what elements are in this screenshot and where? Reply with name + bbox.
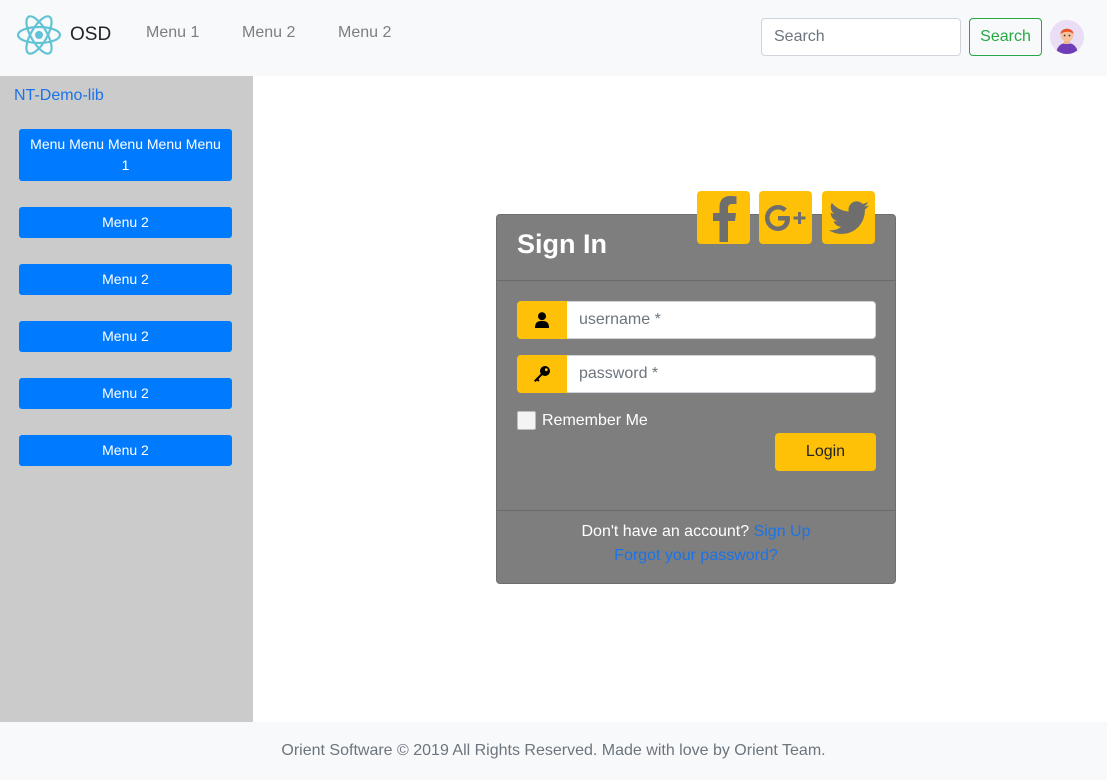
login-button[interactable]: Login [775,433,876,471]
sidebar-item-1[interactable]: Menu Menu Menu Menu Menu 1 [19,129,232,181]
avatar-illustration [1050,20,1084,54]
username-input[interactable] [567,301,876,339]
forgot-password-link[interactable]: Forgot your password? [614,547,778,564]
facebook-icon[interactable] [697,191,750,244]
search-button[interactable]: Search [969,18,1042,56]
google-plus-icon[interactable] [759,191,812,244]
sidebar-item-4[interactable]: Menu 2 [19,321,232,352]
nav-link-menu-3[interactable]: Menu 2 [338,24,391,42]
twitter-icon[interactable] [822,191,875,244]
sidebar-item-3[interactable]: Menu 2 [19,264,232,295]
sidebar-title-link[interactable]: NT-Demo-lib [14,87,104,105]
sign-in-title: Sign In [517,229,607,259]
nav-link-menu-1[interactable]: Menu 1 [146,24,199,42]
username-group [517,301,876,339]
sidebar-item-5[interactable]: Menu 2 [19,378,232,409]
nav-link-menu-2[interactable]: Menu 2 [242,24,295,42]
sidebar-item-6[interactable]: Menu 2 [19,435,232,466]
remember-me[interactable]: Remember Me [517,411,648,430]
react-atom-icon [16,15,62,55]
remember-me-label: Remember Me [542,411,648,429]
brand-name: OSD [70,24,112,45]
user-icon [517,301,567,339]
sign-in-card: Sign In Remember Me Login Don't have an … [496,214,896,584]
brand[interactable]: OSD [16,13,111,57]
sidebar-item-2[interactable]: Menu 2 [19,207,232,238]
page-footer: Orient Software © 2019 All Rights Reserv… [0,722,1107,780]
copyright-text: Orient Software © 2019 All Rights Reserv… [281,742,826,759]
sidebar: NT-Demo-lib Menu Menu Menu Menu Menu 1 M… [0,76,253,722]
password-input[interactable] [567,355,876,393]
key-icon [517,355,567,393]
signup-link[interactable]: Sign Up [754,523,811,540]
remember-me-checkbox[interactable] [517,411,536,430]
card-footer: Don't have an account? Sign Up Forgot yo… [497,510,895,583]
signup-prompt: Don't have an account? Sign Up [497,523,895,541]
forgot-row: Forgot your password? [497,547,895,565]
search-input[interactable] [761,18,961,56]
top-navbar: OSD Menu 1 Menu 2 Menu 2 Search [0,0,1107,76]
user-avatar-icon[interactable] [1050,20,1084,54]
no-account-text: Don't have an account? [581,523,750,540]
password-group [517,355,876,393]
